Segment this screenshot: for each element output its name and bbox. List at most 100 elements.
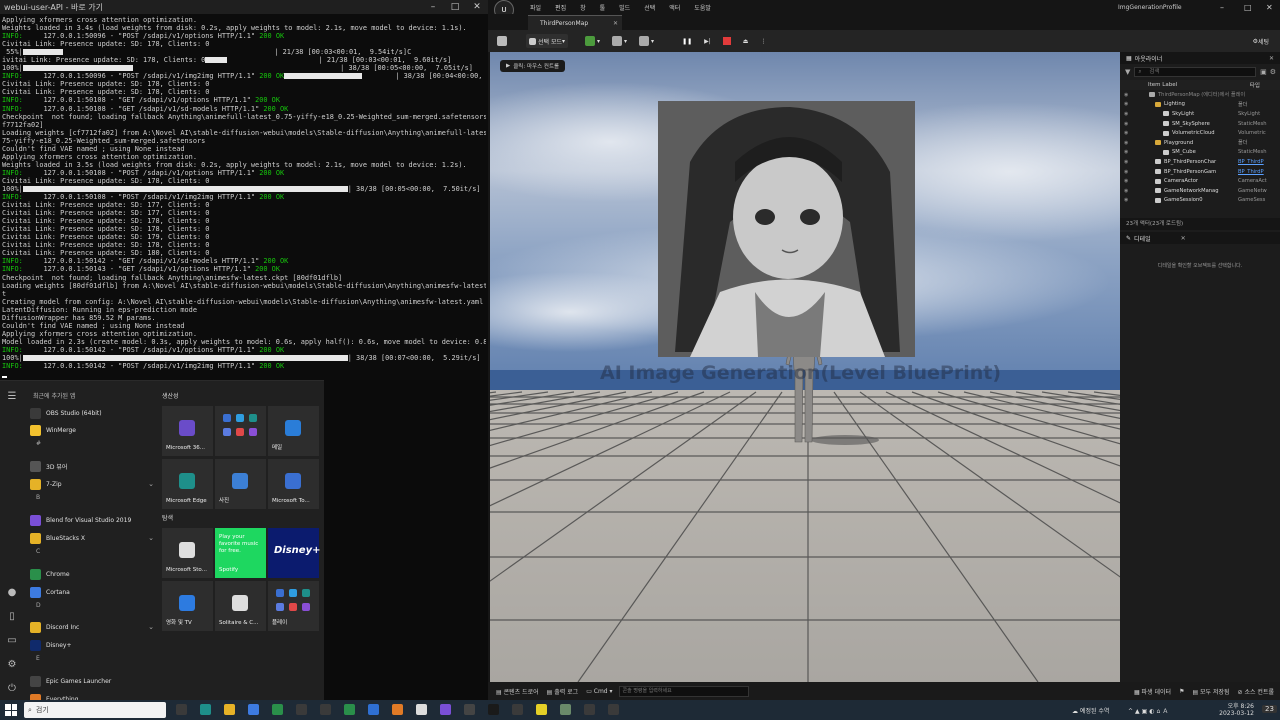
mouse-control-hint[interactable]: ▶ 클릭: 마우스 컨트롤 xyxy=(500,60,566,72)
console-output[interactable]: Applying xformers cross attention optimi… xyxy=(0,14,488,380)
content-drawer-button[interactable]: ▤ 콘텐츠 드로어 xyxy=(496,687,539,696)
outliner-row[interactable]: ◉ Lighting 폴더 xyxy=(1120,100,1280,110)
app-list-item[interactable]: BlueStacks X ⌄ xyxy=(30,530,154,546)
outliner-row[interactable]: ◉ SM_Cube StaticMesh xyxy=(1120,148,1280,158)
app-icon[interactable] xyxy=(464,704,475,715)
app-icon[interactable] xyxy=(560,704,571,715)
hamburger-icon[interactable]: ☰ xyxy=(6,391,18,403)
notion-icon[interactable] xyxy=(416,704,427,715)
app-icon[interactable] xyxy=(320,704,331,715)
save-all-button[interactable]: ▤ 모두 저장됨 xyxy=(1192,687,1229,696)
visibility-icon[interactable]: ◉ xyxy=(1124,159,1128,165)
outliner-row[interactable]: ◉ VolumetricCloud Volumetric xyxy=(1120,128,1280,138)
app-list-item[interactable]: Discord Inc ⌄ xyxy=(30,619,154,635)
app-tile[interactable]: Microsoft 36... xyxy=(162,406,213,456)
minimize-icon[interactable]: – xyxy=(422,2,444,12)
menu-item[interactable]: 편집 xyxy=(555,3,566,12)
app-list-item[interactable]: Everything xyxy=(30,691,154,700)
settings-icon[interactable]: ⚙ xyxy=(6,659,18,671)
app-list-item[interactable]: Cortana xyxy=(30,584,154,600)
close-icon[interactable]: ✕ xyxy=(1181,235,1186,242)
app-list-item[interactable]: Chrome xyxy=(30,566,154,582)
picture-icon[interactable]: ▭ xyxy=(6,635,18,647)
output-log-button[interactable]: ▤ 출력 로그 xyxy=(547,687,579,696)
outliner-row[interactable]: ◉ GameNetworkManag GameNetw xyxy=(1120,186,1280,196)
filter-icon[interactable]: ▼ xyxy=(1125,68,1130,76)
blueprint-icon[interactable]: ▾ xyxy=(609,34,630,48)
taskbar-search-input[interactable]: ⌕ 검기 xyxy=(24,702,166,718)
app-icon[interactable] xyxy=(584,704,595,715)
app-list-item[interactable]: Blend for Visual Studio 2019 xyxy=(30,512,154,528)
app-icon[interactable] xyxy=(344,704,355,715)
eject-button[interactable]: ⏏ xyxy=(740,34,752,48)
outliner-row[interactable]: ◉ Playground 폴더 xyxy=(1120,138,1280,148)
source-control-button[interactable]: ⊘ 소스 컨트롤 xyxy=(1238,687,1274,696)
outliner-row[interactable]: ◉ ThirdPersonMap (에디터)에서 플레이 xyxy=(1120,90,1280,100)
close-icon[interactable]: ✕ xyxy=(466,2,488,12)
maximize-icon[interactable]: □ xyxy=(444,2,466,12)
outliner-row[interactable]: ◉ GameSession0 GameSess xyxy=(1120,196,1280,206)
more-options-icon[interactable]: ⋮ xyxy=(757,34,769,48)
letter-header[interactable]: E xyxy=(36,655,40,662)
settings-button[interactable]: ⚙ 세팅 xyxy=(1250,34,1272,48)
outliner-row[interactable]: ◉ SkyLight SkyLight xyxy=(1120,109,1280,119)
visibility-icon[interactable]: ◉ xyxy=(1124,149,1128,155)
visibility-icon[interactable]: ◉ xyxy=(1124,169,1128,175)
edge-icon[interactable] xyxy=(200,704,211,715)
menu-item[interactable]: 도움말 xyxy=(694,3,711,12)
app-list-item[interactable]: OBS Studio (64bit) xyxy=(30,405,154,421)
app-tile[interactable]: Microsoft To... xyxy=(268,459,319,509)
letter-header[interactable]: B xyxy=(36,494,40,501)
outliner-row[interactable]: ◉ BP_ThirdPersonGam BP_ThirdP xyxy=(1120,167,1280,177)
console-window[interactable]: webui-user-API - 바로 가기 – □ ✕ Applying xf… xyxy=(0,0,488,380)
clock-date[interactable]: 2023-03-12 xyxy=(1210,710,1254,717)
visibility-icon[interactable]: ◉ xyxy=(1124,140,1128,146)
visibility-icon[interactable]: ◉ xyxy=(1124,188,1128,194)
cmd-dropdown[interactable]: ▭ Cmd ▾ xyxy=(586,688,612,695)
pause-button[interactable]: ❚❚ xyxy=(679,34,695,48)
close-icon[interactable]: ✕ xyxy=(1266,3,1273,12)
settings-icon[interactable]: ⚙ xyxy=(1270,68,1276,76)
app-tile[interactable]: 영화 및 TV xyxy=(162,581,213,631)
tab-thirdpersonmap[interactable]: ThirdPersonMap ✕ xyxy=(528,15,622,30)
menu-item[interactable]: 액터 xyxy=(669,3,680,12)
app-tile[interactable]: Solitaire & C... xyxy=(215,581,266,631)
terminal-icon[interactable] xyxy=(608,704,619,715)
app-tile[interactable]: Disney+ xyxy=(268,528,320,578)
app-list-item[interactable]: WinMerge xyxy=(30,422,154,438)
unreal-icon[interactable] xyxy=(512,704,523,715)
power-icon[interactable]: ⏻ xyxy=(6,683,18,695)
letter-header[interactable]: # xyxy=(36,440,41,447)
app-tile[interactable] xyxy=(215,406,266,456)
app-list-item[interactable]: Disney+ xyxy=(30,637,154,653)
close-icon[interactable]: ✕ xyxy=(1269,55,1274,62)
add-folder-icon[interactable]: ▣ xyxy=(1260,68,1267,76)
app-icon[interactable] xyxy=(296,704,307,715)
visibility-icon[interactable]: ◉ xyxy=(1124,121,1128,127)
visibility-icon[interactable]: ◉ xyxy=(1124,92,1128,98)
vscode-icon[interactable] xyxy=(368,704,379,715)
visibility-icon[interactable]: ◉ xyxy=(1124,101,1128,107)
add-content-icon[interactable]: ▾ xyxy=(582,34,603,48)
maximize-icon[interactable]: □ xyxy=(1244,3,1252,12)
outliner-row[interactable]: ◉ SM_SkySphere StaticMesh xyxy=(1120,119,1280,129)
visibility-icon[interactable]: ◉ xyxy=(1124,111,1128,117)
app-tile[interactable]: Microsoft Edge xyxy=(162,459,213,509)
console-command-input[interactable]: 콘솔 명령을 입력하세요 xyxy=(618,685,749,697)
outliner-row[interactable]: ◉ BP_ThirdPersonChar BP_ThirdP xyxy=(1120,157,1280,167)
tray-icons[interactable]: ^▲▣◐⌂Ａ xyxy=(1128,706,1170,715)
console-titlebar[interactable]: webui-user-API - 바로 가기 – □ ✕ xyxy=(0,0,488,14)
app-tile[interactable]: Play your favorite music for free. Spotif… xyxy=(215,528,266,578)
mail-icon[interactable] xyxy=(248,704,259,715)
column-item-label[interactable]: Item Label xyxy=(1148,82,1177,88)
level-viewport[interactable]: ▶ 클릭: 마우스 컨트롤 AI Image Generation(Level B… xyxy=(490,52,1120,682)
letter-header[interactable]: C xyxy=(36,548,40,555)
stop-button[interactable] xyxy=(720,34,734,48)
visibility-icon[interactable]: ◉ xyxy=(1124,130,1128,136)
outliner-item-type[interactable]: BP_ThirdP xyxy=(1238,159,1264,165)
document-icon[interactable]: ▯ xyxy=(6,611,18,623)
column-type[interactable]: 타입 xyxy=(1250,81,1260,89)
notification-badge[interactable]: 23 xyxy=(1262,705,1277,713)
menu-item[interactable]: 창 xyxy=(580,3,586,12)
app-tile[interactable]: Microsoft Sto... xyxy=(162,528,213,578)
